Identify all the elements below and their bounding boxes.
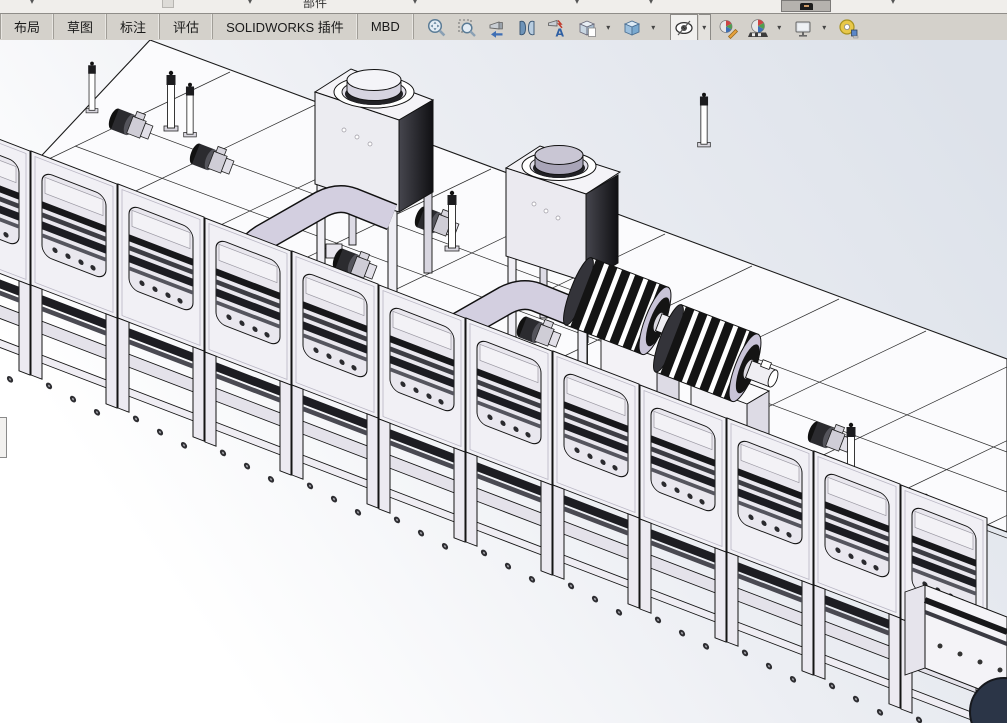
view-orientation-dropdown[interactable]: ▾ [602,14,615,41]
edit-appearance-button[interactable] [714,14,742,41]
display-style-dropdown[interactable]: ▾ [647,14,660,41]
pressed-toolbar-button[interactable] [781,0,831,12]
tab-sw-addins[interactable]: SOLIDWORKS 插件 [213,14,358,39]
tab-layout[interactable]: 布局 [0,14,54,39]
dropdown-arrow-icon[interactable]: ▾ [649,0,653,6]
graphics-area[interactable] [0,40,1007,723]
zoom-to-fit-button[interactable] [423,14,451,41]
featuremanager-collapsed-tab[interactable] [0,417,7,458]
dropdown-arrow-icon[interactable]: ▾ [413,0,417,6]
disabled-tool-icon [162,0,174,8]
commandmanager-row: 布局草图标注评估SOLIDWORKS 插件MBD A ▾ ▾ ▾ ▾ ▾ [0,14,1007,41]
view-orientation-button[interactable] [573,14,601,41]
ribbon-chrome: ▾ ▾ 部件 ▾ ▾ ▾ ▾ 布局草图标注评估SOLIDWORKS 插件MBD … [0,0,1007,40]
machine-3d-model[interactable] [0,40,1007,723]
section-view-button[interactable] [513,14,541,41]
dropdown-arrow-icon[interactable]: ▾ [248,0,252,6]
view-settings-button[interactable] [789,14,817,41]
partial-command-label: 部件 [303,0,327,11]
apply-scene-button[interactable] [744,14,772,41]
view-toolbar: A ▾ ▾ ▾ ▾ ▾ [422,14,863,41]
partial-tool-icon [800,3,813,10]
view-settings-dropdown[interactable]: ▾ [818,14,831,41]
tab-sketch[interactable]: 草图 [54,14,107,39]
dropdown-arrow-icon[interactable]: ▾ [891,0,895,6]
display-style-button[interactable] [618,14,646,41]
ribbon-top-partial-row: ▾ ▾ 部件 ▾ ▾ ▾ ▾ [0,0,1007,14]
svg-text:A: A [555,26,564,39]
zoom-to-area-button[interactable] [453,14,481,41]
tab-annotate[interactable]: 标注 [107,14,160,39]
previous-view-button[interactable] [483,14,511,41]
tab-evaluate[interactable]: 评估 [160,14,213,39]
hide-show-items-dropdown[interactable]: ▾ [699,14,711,41]
apply-scene-dropdown[interactable]: ▾ [773,14,786,41]
measure-button[interactable] [834,14,862,41]
hide-show-items-button[interactable] [670,14,698,41]
dropdown-arrow-icon[interactable]: ▾ [575,0,579,6]
annotation-view-button[interactable]: A [543,14,571,41]
dropdown-arrow-icon[interactable]: ▾ [30,0,34,6]
tab-mbd[interactable]: MBD [358,14,414,39]
ribbon-tabs: 布局草图标注评估SOLIDWORKS 插件MBD [0,14,414,39]
